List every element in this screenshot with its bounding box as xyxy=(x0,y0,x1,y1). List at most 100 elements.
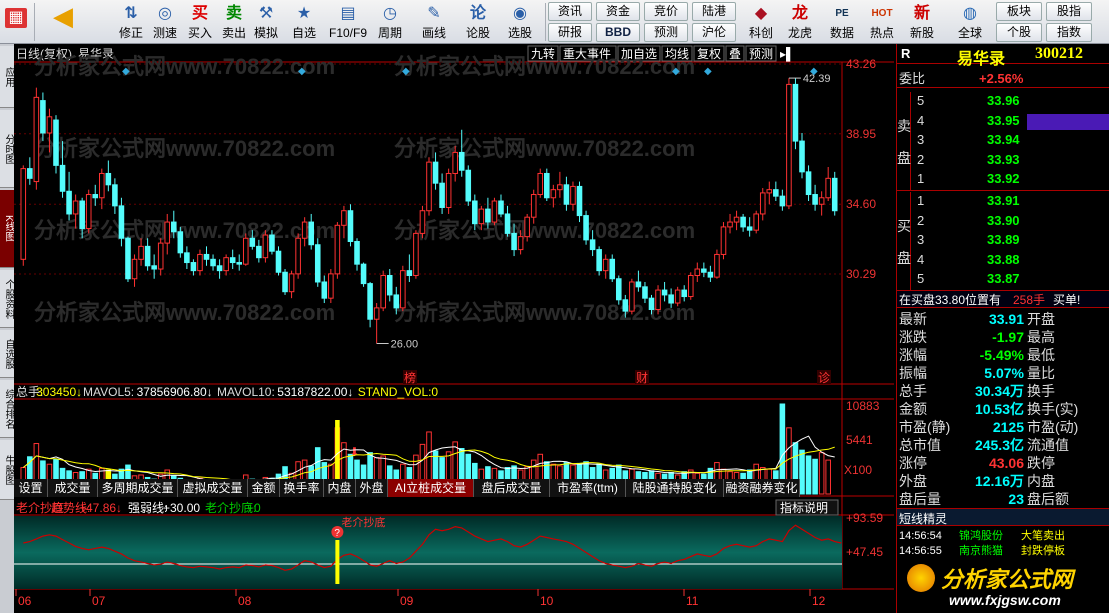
candle-body[interactable] xyxy=(229,257,236,264)
event-diamond-icon[interactable]: ◆ xyxy=(298,66,306,77)
candle-body[interactable] xyxy=(112,184,118,207)
candle-body[interactable] xyxy=(236,262,243,265)
grid-button-1-0[interactable]: 研报 xyxy=(548,23,592,42)
candle-body[interactable] xyxy=(753,213,759,231)
kechuang-button[interactable]: ◆ 科创 xyxy=(741,0,781,44)
chart-header-button-4[interactable]: 复权 xyxy=(697,47,721,61)
indicator-tab-11[interactable]: 陆股通持股变化 xyxy=(626,479,724,497)
grid-button-1-2[interactable]: 预测 xyxy=(644,23,688,42)
candle-body[interactable] xyxy=(498,200,504,215)
indicator-tab-5[interactable]: 换手率 xyxy=(280,479,324,497)
candle-body[interactable] xyxy=(472,200,478,225)
buy-level-5[interactable]: 5 33.87 xyxy=(915,270,1109,288)
up-down-button[interactable]: ⇅ 修正 xyxy=(116,0,146,44)
candle-body[interactable] xyxy=(439,182,445,208)
event-mark-1[interactable]: 财 xyxy=(636,371,648,385)
grid-button-0-1[interactable]: 资金 xyxy=(596,2,640,21)
candle-body[interactable] xyxy=(269,234,275,252)
candle-body[interactable] xyxy=(727,221,733,228)
indicator-tab-3[interactable]: 虚拟成交量 xyxy=(178,479,248,497)
candle-body[interactable] xyxy=(59,164,66,192)
grid-button-1-1[interactable]: BBD xyxy=(596,23,640,42)
event-diamond-icon[interactable]: ◆ xyxy=(122,66,130,77)
candle-body[interactable] xyxy=(799,140,805,173)
event-mark-0[interactable]: 榜 xyxy=(404,370,416,385)
candle-body[interactable] xyxy=(609,258,616,280)
candle-body[interactable] xyxy=(40,100,46,134)
candle-body[interactable] xyxy=(642,286,648,299)
candle-body[interactable] xyxy=(190,262,197,272)
candle-body[interactable] xyxy=(295,237,301,275)
index-button-1-1[interactable]: 指数 xyxy=(1046,23,1092,42)
candle-body[interactable] xyxy=(164,221,171,244)
candle-body[interactable] xyxy=(275,250,282,273)
candle-body[interactable] xyxy=(288,273,295,293)
candle-body[interactable] xyxy=(144,245,151,267)
indicator-tab-10[interactable]: 市盈率(ttm) xyxy=(550,479,626,497)
candle-body[interactable] xyxy=(550,189,557,199)
buy-level-2[interactable]: 2 33.90 xyxy=(915,212,1109,230)
volume-bar[interactable] xyxy=(812,458,818,495)
candle-body[interactable] xyxy=(170,221,177,233)
left-tab-3[interactable]: 个股资料 xyxy=(0,270,14,328)
buy-level-1[interactable]: 1 33.91 xyxy=(915,192,1109,210)
candle-body[interactable] xyxy=(517,236,524,251)
index-button-0-0[interactable]: 板块 xyxy=(996,2,1042,21)
left-tab-4[interactable]: 自选股 xyxy=(0,330,14,378)
select-stock-button[interactable]: ◉ 选股 xyxy=(500,0,540,44)
candle-body[interactable] xyxy=(773,189,779,197)
global-button[interactable]: ◍ 全球 xyxy=(950,0,990,44)
candle-body[interactable] xyxy=(301,221,308,239)
new-stock-button[interactable]: 新新股 xyxy=(902,0,942,44)
candle-body[interactable] xyxy=(681,289,688,298)
candle-body[interactable] xyxy=(72,200,79,215)
candle-body[interactable] xyxy=(831,177,838,212)
candle-body[interactable] xyxy=(504,213,511,234)
data-button[interactable]: PE 数据 xyxy=(822,0,862,44)
indicator-tab-7[interactable]: 外盘 xyxy=(356,479,388,497)
candle-body[interactable] xyxy=(373,307,380,320)
candle-body[interactable] xyxy=(426,161,432,212)
left-tab-1[interactable]: 分时图 xyxy=(0,110,14,188)
candle-body[interactable] xyxy=(635,281,642,288)
indicator-tab-6[interactable]: 内盘 xyxy=(324,479,356,497)
candle-body[interactable] xyxy=(825,177,831,199)
event-mark-2[interactable]: 诊 xyxy=(818,371,830,385)
candle-body[interactable] xyxy=(629,281,635,312)
event-diamond-icon[interactable]: ◆ xyxy=(672,66,680,77)
candle-body[interactable] xyxy=(105,172,112,186)
indicator-tab-9[interactable]: 盘后成交量 xyxy=(474,479,550,497)
candle-body[interactable] xyxy=(432,161,439,184)
candle-body[interactable] xyxy=(596,249,602,272)
candle-body[interactable] xyxy=(386,274,393,296)
candle-body[interactable] xyxy=(707,271,714,278)
candle-body[interactable] xyxy=(393,294,400,309)
candle-body[interactable] xyxy=(367,283,373,320)
candle-body[interactable] xyxy=(779,195,786,207)
candle-body[interactable] xyxy=(354,240,360,265)
back-button[interactable]: ◀ xyxy=(44,0,82,44)
candle-body[interactable] xyxy=(184,252,190,264)
candle-body[interactable] xyxy=(85,194,92,230)
candle-body[interactable] xyxy=(544,172,550,199)
candle-body[interactable] xyxy=(66,190,72,215)
draw-button[interactable]: ✎ 画线 xyxy=(414,0,454,44)
volume-bar[interactable] xyxy=(825,459,831,495)
candle-body[interactable] xyxy=(445,172,452,208)
candle-body[interactable] xyxy=(125,237,131,280)
index-button-0-1[interactable]: 股指 xyxy=(1046,2,1092,21)
period-button[interactable]: ◷ 周期 xyxy=(370,0,410,44)
candle-body[interactable] xyxy=(249,237,256,247)
candle-body[interactable] xyxy=(157,242,164,270)
candle-body[interactable] xyxy=(46,116,53,134)
candle-body[interactable] xyxy=(792,83,799,142)
lungu-button[interactable]: 论论股 xyxy=(458,0,498,44)
candle-body[interactable] xyxy=(400,270,406,309)
candle-body[interactable] xyxy=(786,83,792,207)
left-tab-5[interactable]: 综合排名 xyxy=(0,380,14,438)
short-elf-item-1[interactable]: 14:56:55 南京熊猫 封跌停板 xyxy=(897,544,1109,559)
candle-body[interactable] xyxy=(419,210,426,234)
candle-body[interactable] xyxy=(99,172,105,199)
volume-bar[interactable] xyxy=(805,455,812,495)
buy-level-4[interactable]: 4 33.88 xyxy=(915,251,1109,269)
